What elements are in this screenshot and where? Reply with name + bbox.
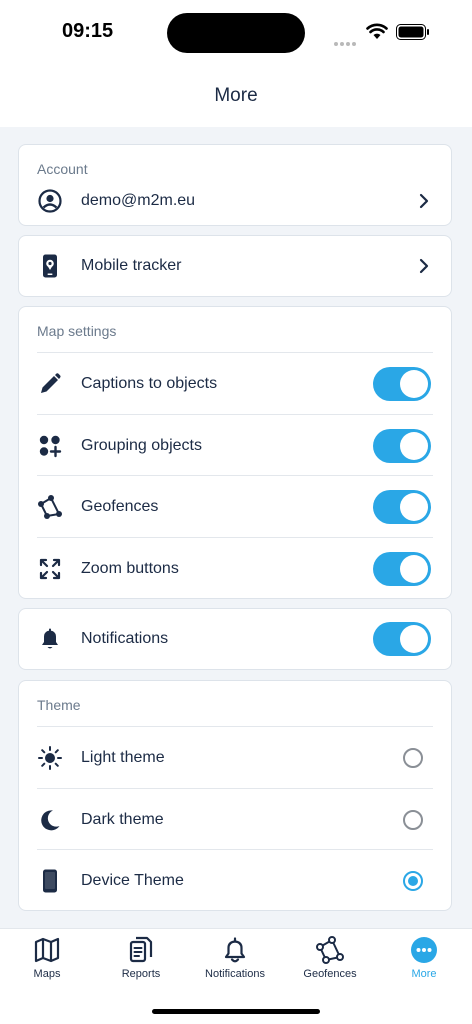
grouping-toggle[interactable] [373, 428, 431, 463]
pencil-icon [41, 372, 61, 393]
notifications-card: Notifications [18, 608, 452, 670]
notifications-label: Notifications [81, 630, 169, 647]
captions-label: Captions to objects [81, 374, 218, 392]
device-theme-radio[interactable] [403, 870, 423, 891]
chevron-right-icon [419, 258, 429, 274]
geofences-label: Geofences [81, 497, 159, 515]
map-setting-grouping: Grouping objects [19, 415, 451, 476]
sun-icon [38, 745, 62, 770]
tab-geofences[interactable]: Geofences [283, 935, 377, 980]
reports-icon [129, 936, 153, 963]
bell-icon [42, 628, 58, 649]
device-theme-label: Device Theme [81, 871, 184, 889]
grouping-icon [39, 435, 62, 457]
tab-more-label: More [411, 968, 437, 980]
theme-option-device[interactable]: Device Theme [19, 850, 451, 911]
home-indicator [152, 1009, 320, 1014]
theme-card: Theme Light theme Dark theme Device Them… [18, 680, 452, 911]
more-icon [411, 937, 437, 963]
map-setting-zoom: Zoom buttons [19, 538, 451, 599]
page-title: More [214, 85, 258, 106]
nav-header: More [0, 64, 472, 127]
map-setting-geofences: Geofences [19, 476, 451, 537]
tab-reports[interactable]: Reports [94, 935, 188, 980]
mobile-tracker-row[interactable]: Mobile tracker [19, 236, 451, 296]
moon-icon [41, 809, 60, 830]
light-theme-radio[interactable] [403, 747, 423, 768]
tab-maps[interactable]: Maps [0, 935, 94, 980]
tab-more[interactable]: More [377, 935, 471, 980]
phone-icon [43, 869, 57, 892]
dynamic-island [167, 13, 305, 53]
geofence-icon [316, 936, 344, 964]
tab-geofences-label: Geofences [303, 968, 357, 980]
phone-location-icon [43, 254, 57, 278]
theme-section-label: Theme [37, 697, 81, 713]
map-setting-captions: Captions to objects [19, 353, 451, 414]
status-bar: 09:15 [0, 0, 472, 64]
account-card: Account demo@m2m.eu [18, 144, 452, 226]
mobile-tracker-card[interactable]: Mobile tracker [18, 235, 452, 297]
theme-option-light[interactable]: Light theme [19, 727, 451, 788]
signal-icon [334, 33, 358, 51]
tab-notifications[interactable]: Notifications [188, 935, 282, 980]
map-settings-card: Map settings Captions to objects Groupin… [18, 306, 452, 599]
mobile-tracker-label: Mobile tracker [81, 257, 182, 274]
theme-option-dark[interactable]: Dark theme [19, 789, 451, 850]
account-email: demo@m2m.eu [81, 192, 196, 209]
user-circle-icon [38, 189, 62, 213]
light-theme-label: Light theme [81, 748, 165, 766]
map-icon [34, 937, 60, 963]
geofences-toggle[interactable] [373, 489, 431, 524]
zoom-label: Zoom buttons [81, 559, 179, 577]
tab-notifications-label: Notifications [205, 968, 265, 980]
map-settings-section-label: Map settings [37, 323, 117, 339]
grouping-label: Grouping objects [81, 436, 202, 454]
notifications-toggle[interactable] [373, 622, 431, 656]
bell-icon [224, 937, 246, 963]
wifi-icon [366, 23, 388, 39]
captions-toggle[interactable] [373, 366, 431, 401]
status-time: 09:15 [62, 20, 114, 42]
tab-reports-label: Reports [121, 968, 161, 980]
dark-theme-radio[interactable] [403, 809, 423, 830]
dark-theme-label: Dark theme [81, 810, 164, 828]
geofence-icon [38, 494, 62, 519]
zoom-toggle[interactable] [373, 551, 431, 586]
zoom-icon [39, 558, 61, 579]
tab-maps-label: Maps [33, 968, 61, 980]
notifications-row: Notifications [19, 609, 451, 669]
battery-icon [396, 24, 429, 40]
account-row[interactable]: demo@m2m.eu [19, 171, 451, 231]
chevron-right-icon [419, 193, 429, 209]
